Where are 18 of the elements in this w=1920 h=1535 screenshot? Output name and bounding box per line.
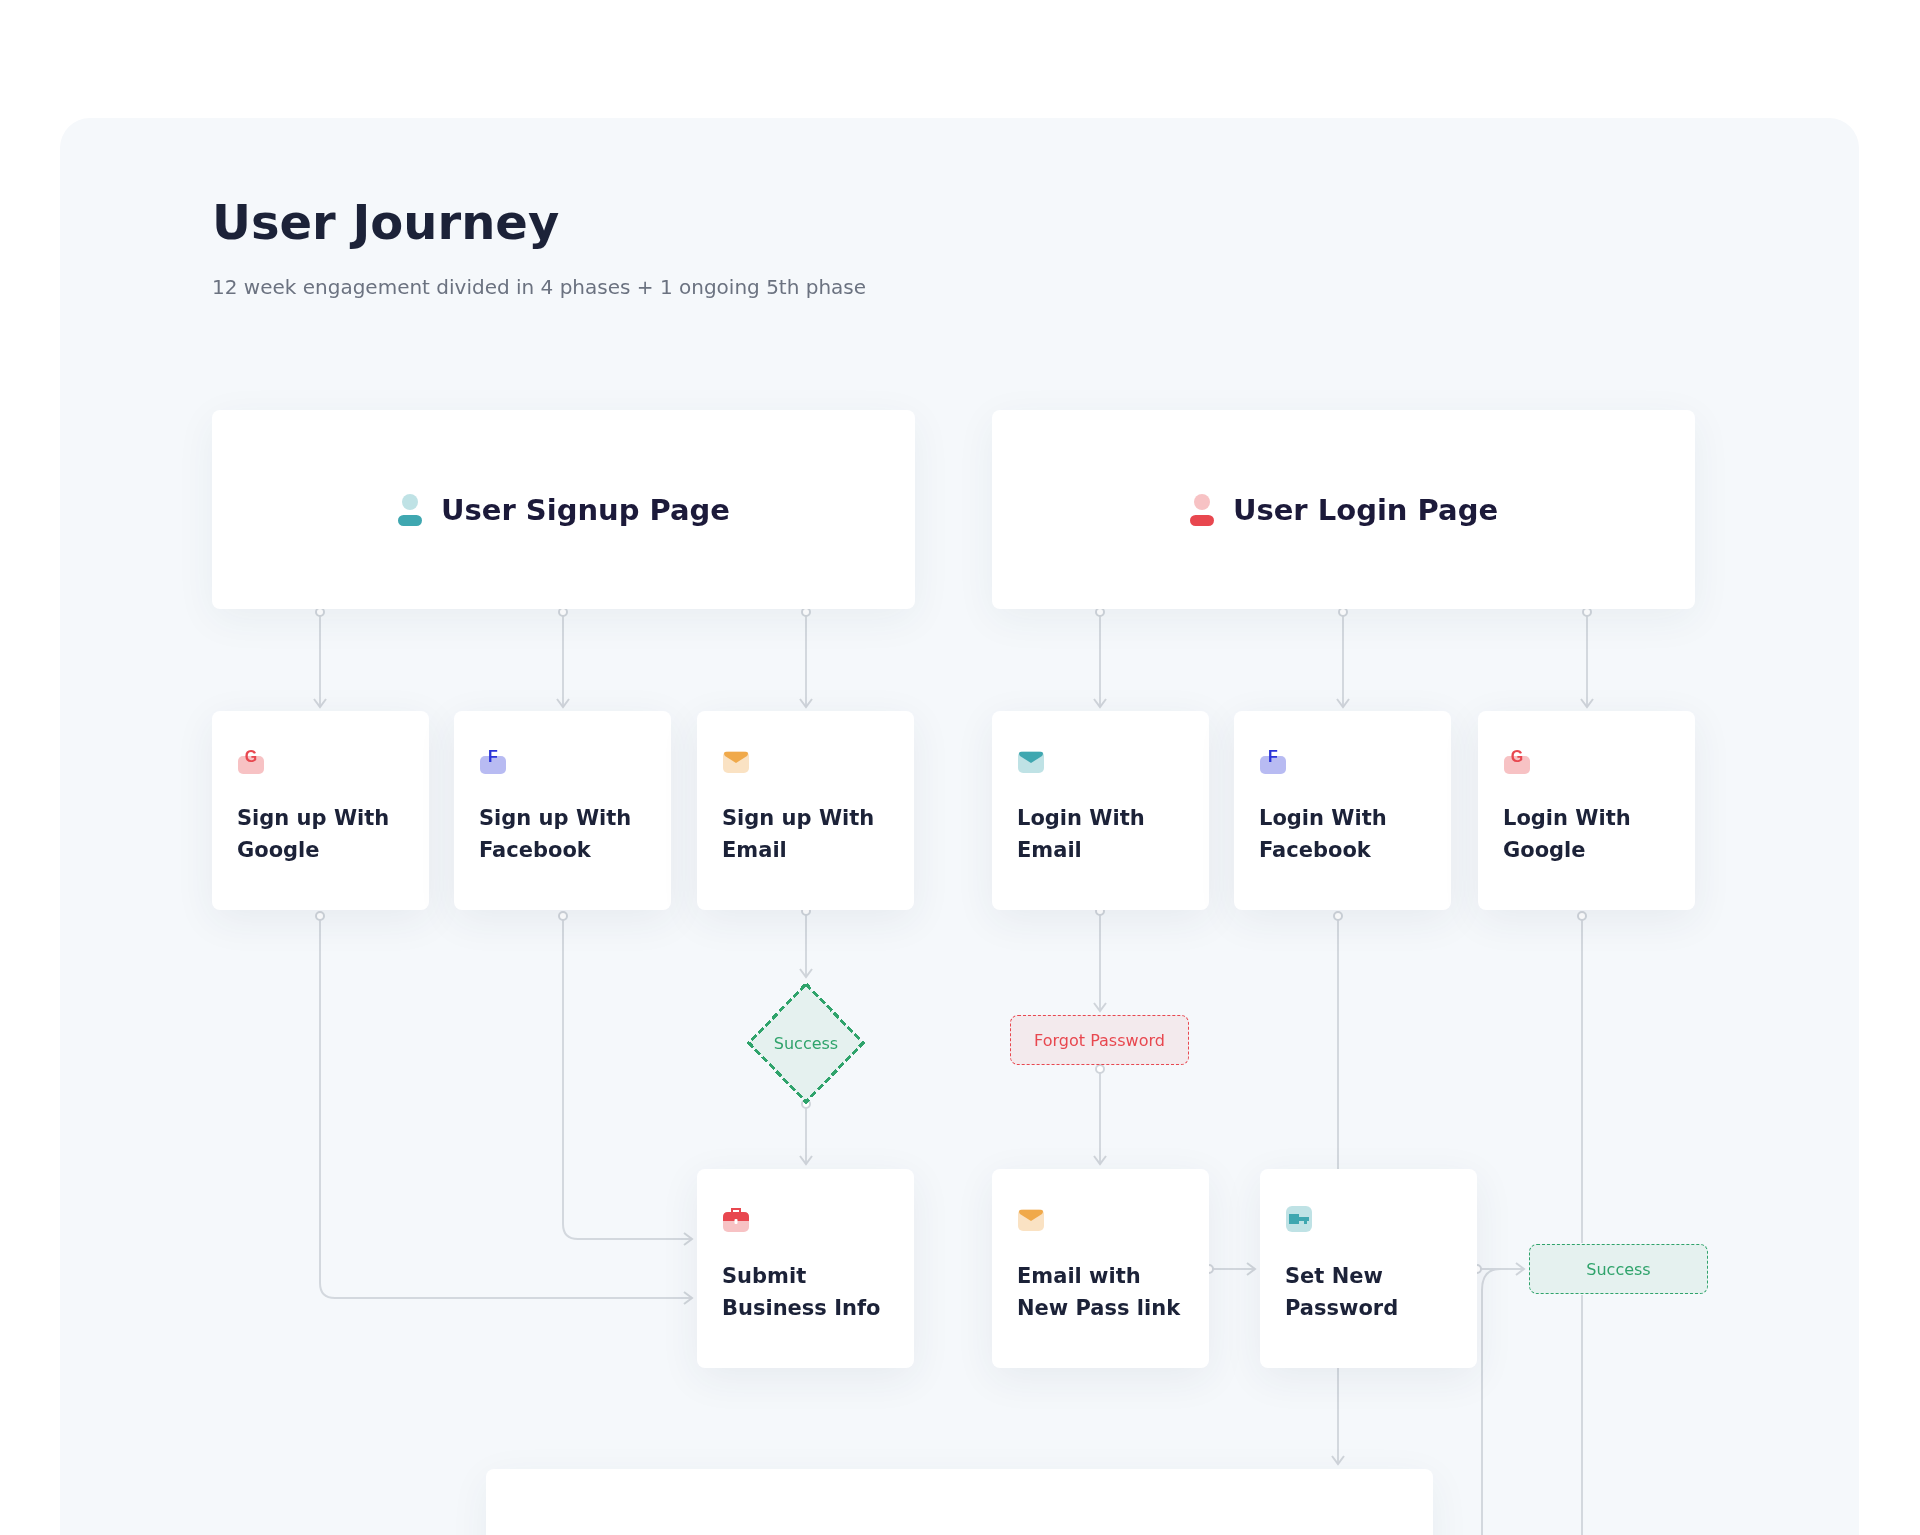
step-label: Sign up With Facebook bbox=[479, 805, 632, 864]
page-node-label: User Signup Page bbox=[440, 492, 731, 527]
page-node-label: User Login Page bbox=[1232, 492, 1499, 527]
status-tag: Success bbox=[1529, 1244, 1708, 1294]
page-title: User Journey bbox=[212, 196, 561, 249]
step-label: Submit Business Info bbox=[722, 1263, 881, 1322]
step-label: Sign up With Email bbox=[722, 805, 875, 864]
step-label: Email with New Pass link bbox=[1017, 1263, 1181, 1322]
step-label: Login With Google bbox=[1503, 805, 1631, 864]
decision-label: Success bbox=[773, 1033, 839, 1053]
step-label: Set New Password bbox=[1285, 1263, 1399, 1322]
connector-line bbox=[799, 1099, 813, 1165]
key-icon bbox=[1285, 1205, 1313, 1233]
step-label: Login With Facebook bbox=[1259, 805, 1387, 864]
step-label: Login With Email bbox=[1017, 805, 1145, 864]
page-subtitle: 12 week engagement divided in 4 phases + 1 ongoing 5th phase bbox=[212, 274, 868, 299]
step-label: Sign up With Google bbox=[237, 805, 390, 864]
status-tag: Forgot Password bbox=[1010, 1015, 1189, 1065]
